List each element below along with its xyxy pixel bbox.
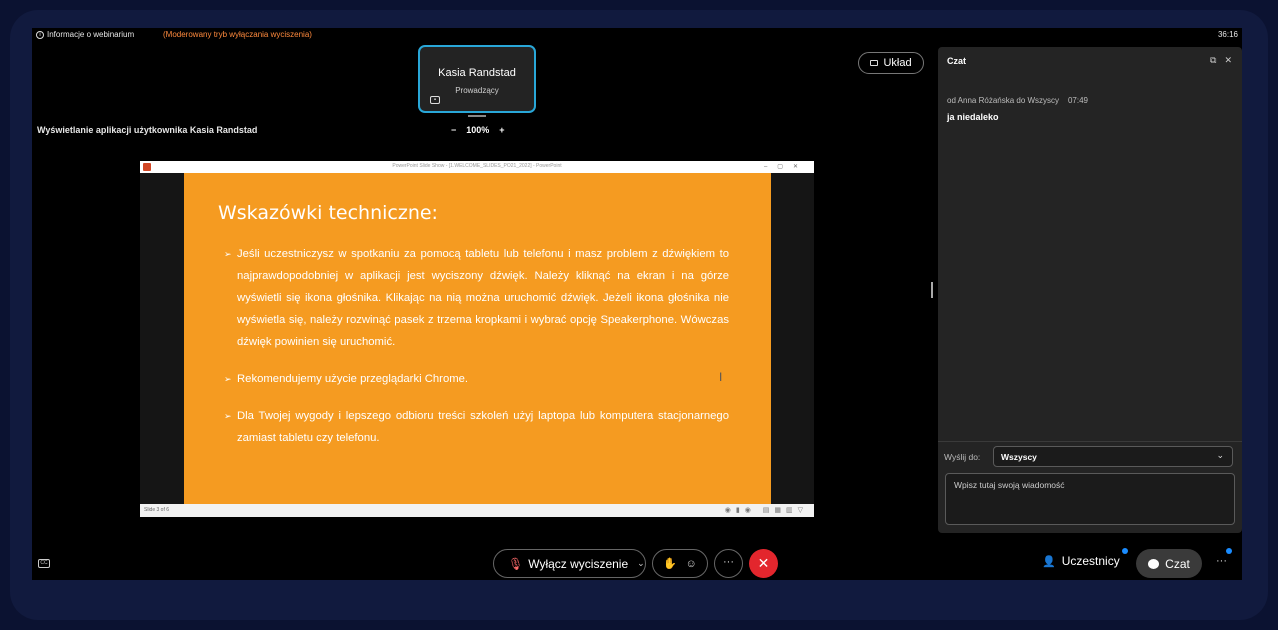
meeting-timer: 36:16 [1217,30,1238,39]
powerpoint-title-bar: PowerPoint Slide Show - [1.WELCOME_SLIDE… [140,161,814,173]
slide-counter: Slide 3 of 6 [144,507,170,513]
presentation-slide: Wskazówki techniczne: Jeśli uczestniczys… [184,173,771,504]
reaction-icon[interactable]: ☺ [686,558,697,570]
layout-icon [870,60,879,66]
screen-share-icon: ▪ [430,96,440,104]
tile-drag-handle[interactable] [468,115,486,117]
chat-bubble-icon [1148,558,1160,569]
more-options-button[interactable]: ··· [714,549,743,578]
send-to-select[interactable]: Wszyscy ⌄ [993,446,1233,467]
info-icon: i [36,30,44,39]
sharing-label: Wyświetlanie aplikacji użytkownika Kasia… [37,125,258,135]
message-sender: od Anna Różańska do Wszyscy [947,96,1060,105]
message-text: ja niedaleko [947,112,999,122]
popout-icon[interactable]: ⧉ [1210,55,1216,66]
raise-hand-icon[interactable]: ✋ [663,557,677,570]
presenter-name: Kasia Randstad [438,67,516,79]
chevron-down-icon[interactable]: ⌄ [637,558,645,569]
chevron-down-icon: ⌄ [1216,450,1224,460]
message-time: 07:49 [1067,96,1088,105]
notification-dot [1122,548,1128,554]
chat-button-label: Czat [1165,556,1190,571]
layout-button-label: Układ [883,57,912,69]
person-icon: 👤 [1042,555,1056,568]
closed-captions-icon[interactable]: CC [38,559,50,568]
presenter-tile[interactable]: Kasia Randstad Prowadzący ▪ [418,45,536,113]
presenter-role: Prowadzący [455,86,499,95]
participants-button[interactable]: 👤 Uczestnicy [1042,554,1120,568]
slide-title: Wskazówki techniczne: [218,202,438,224]
text-cursor-icon: I [719,370,723,384]
send-to-value: Wszyscy [1001,452,1037,462]
zoom-value: 100% [466,125,490,135]
moderated-mode-label: (Moderowany tryb wyłączania wyciszenia) [163,30,312,39]
unmute-button[interactable]: 🎙 Wyłącz wyciszenie ⌄ [493,549,646,578]
panel-resize-handle[interactable] [931,282,933,298]
unmute-label: Wyłącz wyciszenie [528,556,629,571]
chat-controls: ⧉ ✕ [1210,55,1232,66]
view-buttons-icon: ◉▮◉ ▤▦▥▽ [724,507,808,514]
reactions-group: ✋ ☺ [652,549,708,578]
slide-bullet: Jeśli uczestniczysz w spotkaniu za pomoc… [224,243,729,353]
webinar-info-button[interactable]: i Informacje o webinarium [36,30,134,39]
slide-bullet: Dla Twojej wygody i lepszego odbioru tre… [224,405,729,449]
zoom-controls: − 100% + [451,125,505,135]
chat-message-input[interactable]: Wpisz tutaj swoją wiadomość [945,473,1235,525]
notification-dot [1226,548,1232,554]
slide-bullet: Rekomendujemy użycie przeglądarki Chrome… [224,368,729,390]
window-controls-icon: –▢✕ [763,164,808,170]
webinar-window: i Informacje o webinarium (Moderowany tr… [32,28,1242,580]
zoom-out-button[interactable]: − [451,125,456,135]
slide-bullets: Jeśli uczestniczysz w spotkaniu za pomoc… [224,243,729,464]
mic-muted-icon: 🎙 [508,556,524,571]
leave-button[interactable]: ✕ [749,549,778,578]
webinar-info-label: Informacje o webinarium [47,30,135,39]
shared-screen: PowerPoint Slide Show - [1.WELCOME_SLIDE… [140,161,814,517]
chat-panel: Czat ⧉ ✕ od Anna Różańska do Wszyscy 07:… [938,47,1242,533]
chat-divider [938,441,1242,442]
chat-title: Czat [947,56,967,66]
zoom-in-button[interactable]: + [499,125,504,135]
layout-button[interactable]: Układ [858,52,924,74]
overflow-menu-button[interactable]: ··· [1216,555,1227,567]
powerpoint-status-bar: Slide 3 of 6 ◉▮◉ ▤▦▥▽ [140,504,814,517]
bottom-toolbar: CC 🎙 Wyłącz wyciszenie ⌄ ✋ ☺ ··· ✕ 👤 Ucz… [32,545,1242,580]
powerpoint-window-title: PowerPoint Slide Show - [1.WELCOME_SLIDE… [392,163,562,169]
top-bar: i Informacje o webinarium (Moderowany tr… [32,28,1242,44]
message-meta: od Anna Różańska do Wszyscy 07:49 [947,96,1088,105]
chat-button[interactable]: Czat [1136,549,1202,578]
send-to-label: Wyślij do: [944,452,981,462]
participants-label: Uczestnicy [1061,554,1120,568]
close-icon[interactable]: ✕ [1224,55,1232,66]
